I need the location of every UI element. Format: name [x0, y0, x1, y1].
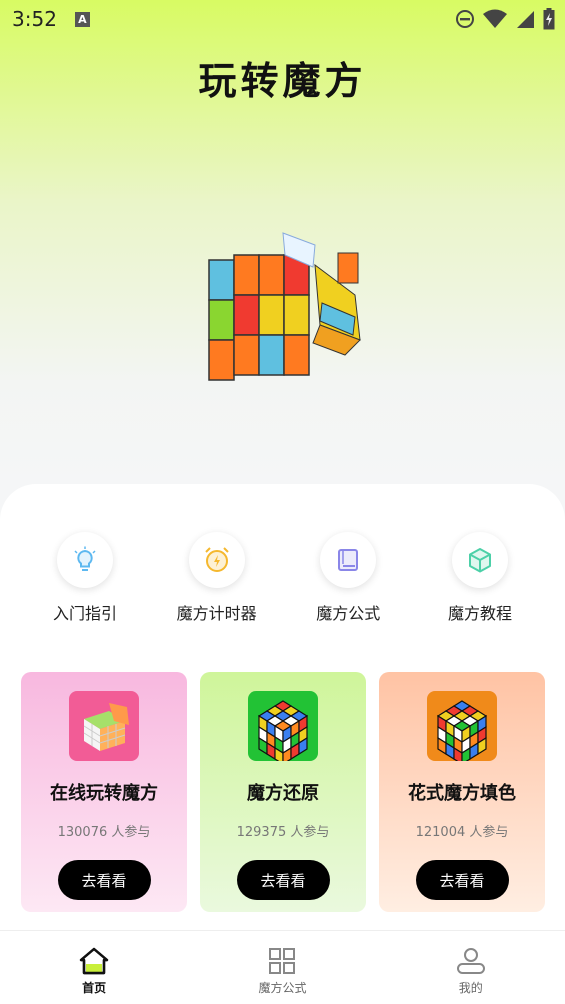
tab-label: 首页	[82, 981, 107, 995]
user-icon	[456, 948, 485, 974]
go-see-button[interactable]: 去看看	[415, 860, 509, 900]
feature-cube-timer[interactable]: 魔方计时器	[152, 532, 282, 624]
tab-home[interactable]: 首页	[24, 931, 164, 1004]
feature-cube-formula[interactable]: 魔方公式	[283, 532, 413, 624]
feature-label: 魔方计时器	[176, 604, 257, 623]
feature-icon-circle	[320, 532, 377, 588]
status-time: 3:52	[12, 7, 57, 31]
grid-icon	[269, 948, 296, 974]
card-fancy-cube-coloring[interactable]: 花式魔方填色 121004 人参与 去看看	[379, 672, 545, 912]
alarm-clock-icon	[204, 547, 229, 572]
cell-signal-icon	[517, 11, 534, 28]
card-online-cube[interactable]: 在线玩转魔方 130076 人参与 去看看	[21, 672, 187, 912]
feature-beginner-guide[interactable]: 入门指引	[20, 532, 150, 624]
feature-icon-circle	[188, 532, 245, 588]
feature-label: 魔方教程	[447, 604, 512, 623]
page-title: 玩转魔方	[198, 58, 367, 103]
cube-thumbnail-pink	[69, 691, 139, 761]
card-thumbnail	[248, 691, 318, 761]
book-icon	[338, 549, 359, 571]
card-title: 在线玩转魔方	[50, 783, 158, 804]
tab-label: 魔方公式	[258, 981, 307, 995]
feature-label: 入门指引	[52, 604, 117, 623]
feature-icon-circle	[451, 532, 508, 588]
go-see-button[interactable]: 去看看	[236, 860, 330, 900]
cube-icon	[468, 548, 491, 573]
card-thumbnail	[427, 691, 497, 761]
cube-thumbnail-green	[248, 691, 318, 761]
activity-cards: 在线玩转魔方 130076 人参与 去看看 魔方还原 129375 人参与 去看…	[21, 672, 545, 912]
a-icon: A	[74, 11, 90, 27]
tab-profile[interactable]: 我的	[401, 931, 541, 1004]
home-icon	[79, 947, 109, 975]
rubik-cube-illustration[interactable]	[195, 225, 370, 395]
card-participant-count: 121004 人参与	[415, 825, 509, 840]
feature-row: 入门指引 魔方计时器 魔方公式 魔方教程	[20, 532, 545, 624]
card-title: 魔方还原	[247, 783, 319, 804]
card-participant-count: 129375 人参与	[236, 825, 330, 840]
wifi-icon	[483, 9, 507, 28]
battery-icon	[543, 8, 555, 30]
tab-cube-formula[interactable]: 魔方公式	[212, 931, 352, 1004]
card-participant-count: 130076 人参与	[57, 825, 151, 840]
lightbulb-icon	[74, 546, 96, 571]
status-bar: 3:52 A	[0, 0, 565, 38]
feature-cube-tutorial[interactable]: 魔方教程	[415, 532, 545, 624]
go-see-button[interactable]: 去看看	[57, 860, 151, 900]
card-thumbnail	[69, 691, 139, 761]
feature-icon-circle	[57, 532, 113, 588]
do-not-disturb-icon	[456, 10, 474, 28]
bottom-tab-bar: 首页 魔方公式 我的	[0, 930, 565, 1004]
card-title: 花式魔方填色	[408, 783, 516, 804]
tab-label: 我的	[458, 981, 483, 995]
cube-thumbnail-orange	[427, 691, 497, 761]
feature-label: 魔方公式	[316, 604, 381, 623]
card-cube-solve[interactable]: 魔方还原 129375 人参与 去看看	[200, 672, 366, 912]
